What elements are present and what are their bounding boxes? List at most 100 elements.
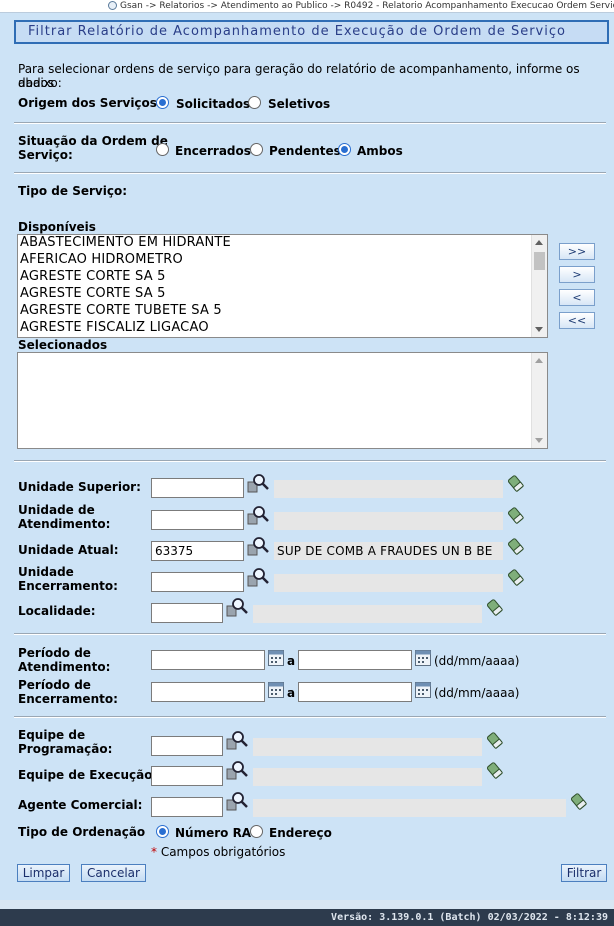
eraser-icon[interactable] xyxy=(506,473,526,493)
disponiveis-scrollbar[interactable] xyxy=(531,235,547,337)
eraser-icon[interactable] xyxy=(485,597,505,617)
situacao-label-line1: Situação da Ordem de xyxy=(18,134,168,148)
situacao-pendentes-radio[interactable] xyxy=(250,143,263,156)
calendar-icon[interactable] xyxy=(415,682,431,698)
equipe-programacao-label-line1: Equipe de xyxy=(18,728,86,742)
selecionados-scrollbar[interactable] xyxy=(531,353,547,448)
list-item[interactable]: AGRESTE FISCALIZ LIGACAO xyxy=(20,320,209,336)
scroll-up-arrow-icon[interactable] xyxy=(535,240,543,245)
situacao-encerrados-radio[interactable] xyxy=(156,143,169,156)
eraser-icon[interactable] xyxy=(506,505,526,525)
disponiveis-label: Disponíveis xyxy=(18,220,96,234)
agente-comercial-input[interactable] xyxy=(151,797,223,817)
situacao-pendentes-label: Pendentes xyxy=(269,144,341,158)
scroll-thumb[interactable] xyxy=(534,252,545,270)
periodo-atendimento-separator: a xyxy=(287,654,296,668)
agente-comercial-label: Agente Comercial: xyxy=(18,798,143,812)
localidade-input[interactable] xyxy=(151,603,223,623)
remove-button[interactable]: < xyxy=(559,289,595,306)
list-item[interactable]: AFERICAO HIDROMETRO xyxy=(20,252,183,268)
unidade-atendimento-description xyxy=(274,512,503,530)
periodo-encerramento-label-line1: Período de xyxy=(18,678,91,692)
list-item[interactable]: AGRESTE CORTE SA 5 xyxy=(20,269,166,285)
eraser-icon[interactable] xyxy=(506,567,526,587)
periodo-encerramento-separator: a xyxy=(287,686,296,700)
remove-all-button[interactable]: << xyxy=(559,312,595,329)
footer-strip xyxy=(0,900,614,909)
equipe-execucao-description xyxy=(253,768,482,786)
situacao-ambos-label: Ambos xyxy=(357,144,403,158)
magnifier-icon[interactable] xyxy=(226,597,248,617)
eraser-icon[interactable] xyxy=(506,536,526,556)
periodo-atendimento-from-input[interactable] xyxy=(151,650,265,670)
breadcrumb-text: Gsan -> Relatorios -> Atendimento ao Pub… xyxy=(120,1,614,11)
unidade-superior-input[interactable] xyxy=(151,478,244,498)
magnifier-icon[interactable] xyxy=(226,760,248,780)
unidade-superior-label: Unidade Superior: xyxy=(18,480,141,494)
list-item[interactable]: AGRESTE CORTE TUBETE SA 5 xyxy=(20,303,222,319)
scroll-down-arrow-icon[interactable] xyxy=(535,327,543,332)
unidade-atual-input[interactable]: 63375 xyxy=(151,541,244,561)
disponiveis-listbox[interactable]: ABASTECIMENTO EM HIDRANTE AFERICAO HIDRO… xyxy=(17,234,548,338)
ordenacao-endereco-label: Endereço xyxy=(269,826,332,840)
origem-solicitados-label: Solicitados xyxy=(176,97,251,111)
unidade-encerramento-input[interactable] xyxy=(151,572,244,592)
origem-solicitados-radio[interactable] xyxy=(156,96,169,109)
situacao-label-line2: Serviço: xyxy=(18,148,73,162)
situacao-ambos-radio[interactable] xyxy=(338,143,351,156)
add-all-button[interactable]: >> xyxy=(559,243,595,260)
periodo-atendimento-label-line2: Atendimento: xyxy=(18,660,111,674)
eraser-icon[interactable] xyxy=(485,760,505,780)
unidade-atendimento-input[interactable] xyxy=(151,510,244,530)
eraser-icon[interactable] xyxy=(569,791,589,811)
equipe-execucao-input[interactable] xyxy=(151,766,223,786)
equipe-execucao-label: Equipe de Execução: xyxy=(18,768,158,782)
calendar-icon[interactable] xyxy=(268,682,284,698)
selecionados-listbox[interactable] xyxy=(17,352,548,449)
equipe-programacao-input[interactable] xyxy=(151,736,223,756)
periodo-encerramento-to-input[interactable] xyxy=(298,682,412,702)
magnifier-icon[interactable] xyxy=(226,791,248,811)
magnifier-icon[interactable] xyxy=(247,536,269,556)
eraser-icon[interactable] xyxy=(485,730,505,750)
origem-seletivos-radio[interactable] xyxy=(248,96,261,109)
limpar-button[interactable]: Limpar xyxy=(17,864,70,882)
periodo-atendimento-to-input[interactable] xyxy=(298,650,412,670)
unidade-encerramento-label-line2: Encerramento: xyxy=(18,579,118,593)
separator xyxy=(14,716,606,718)
separator xyxy=(14,172,606,174)
scroll-up-arrow-icon[interactable] xyxy=(535,358,543,363)
filtrar-button[interactable]: Filtrar xyxy=(561,864,607,882)
localidade-description xyxy=(253,605,482,623)
unidade-atual-label: Unidade Atual: xyxy=(18,543,119,557)
cancelar-button[interactable]: Cancelar xyxy=(81,864,146,882)
intro-text-line2: abaixo: xyxy=(18,76,62,90)
magnifier-icon[interactable] xyxy=(247,567,269,587)
unidade-atual-description: SUP DE COMB A FRAUDES UN B BE xyxy=(274,542,503,560)
required-text: Campos obrigatórios xyxy=(160,845,286,859)
ordenacao-numero-ra-radio[interactable] xyxy=(156,825,169,838)
page-title: Filtrar Relatório de Acompanhamento de E… xyxy=(14,20,609,44)
list-item[interactable]: AGRESTE CORTE SA 5 xyxy=(20,286,166,302)
magnifier-icon[interactable] xyxy=(247,473,269,493)
origem-seletivos-label: Seletivos xyxy=(268,97,331,111)
ordenacao-numero-ra-label: Número RA xyxy=(175,826,252,840)
unidade-atendimento-label-line2: Atendimento: xyxy=(18,517,111,531)
magnifier-icon[interactable] xyxy=(226,730,248,750)
unidade-superior-description xyxy=(274,480,503,498)
magnifier-icon[interactable] xyxy=(247,505,269,525)
add-button[interactable]: > xyxy=(559,266,595,283)
calendar-icon[interactable] xyxy=(268,650,284,666)
periodo-encerramento-from-input[interactable] xyxy=(151,682,265,702)
unidade-encerramento-label-line1: Unidade xyxy=(18,565,74,579)
ordenacao-endereco-radio[interactable] xyxy=(250,825,263,838)
required-note: * Campos obrigatórios xyxy=(151,845,285,859)
calendar-icon[interactable] xyxy=(415,650,431,666)
scroll-down-arrow-icon[interactable] xyxy=(535,438,543,443)
required-star: * xyxy=(151,845,157,859)
ordenacao-label: Tipo de Ordenação xyxy=(18,825,146,839)
intro-text-line1: Para selecionar ordens de serviço para g… xyxy=(18,62,580,90)
periodo-atendimento-label-line1: Período de xyxy=(18,646,91,660)
periodo-atendimento-hint: (dd/mm/aaaa) xyxy=(434,654,520,668)
list-item[interactable]: ABASTECIMENTO EM HIDRANTE xyxy=(20,235,231,251)
